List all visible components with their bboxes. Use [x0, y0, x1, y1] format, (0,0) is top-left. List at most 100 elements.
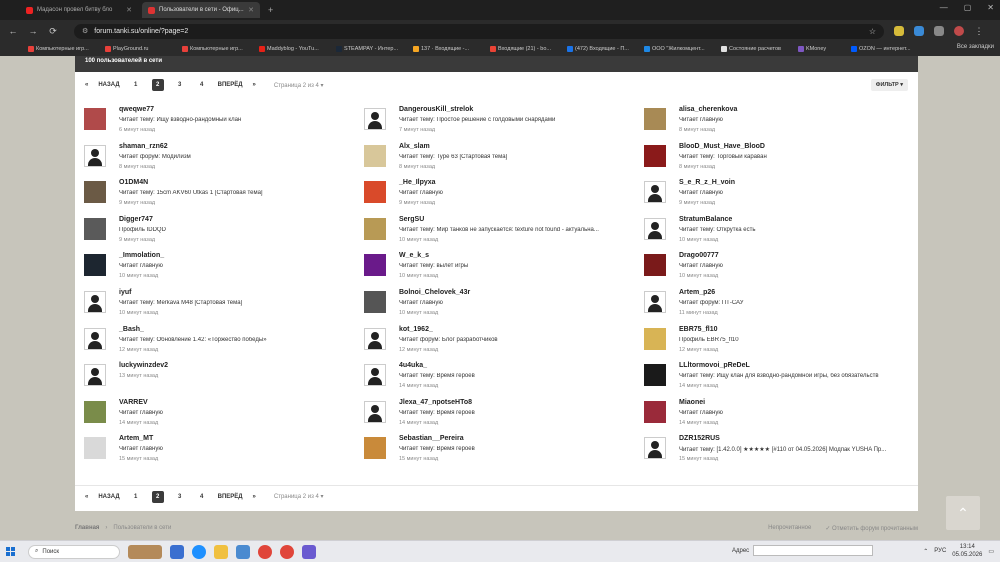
username-link[interactable]: shaman_rzn62	[119, 143, 168, 150]
page-jump-dropdown[interactable]: Страница 2 из 4 ▾	[274, 82, 324, 89]
username-link[interactable]: _He_Ilpyxa	[399, 179, 436, 186]
start-button[interactable]	[0, 541, 20, 562]
page-2-button[interactable]: 2	[151, 490, 164, 503]
username-link[interactable]: Artem_p26	[679, 289, 715, 296]
avatar[interactable]	[364, 437, 386, 460]
bookmark-star-icon[interactable]: ☆	[869, 27, 876, 36]
bookmark-item[interactable]: Компьютерные игр...	[28, 46, 102, 52]
bookmark-item[interactable]: OZON — интернет...	[851, 46, 925, 52]
username-link[interactable]: kot_1962_	[399, 326, 433, 333]
last-page-button[interactable]: »	[253, 82, 256, 88]
language-indicator[interactable]: РУС	[934, 548, 946, 554]
username-link[interactable]: Miaonei	[679, 399, 705, 406]
username-link[interactable]: alisa_cherenkova	[679, 106, 737, 113]
avatar[interactable]	[84, 108, 106, 130]
bookmark-item[interactable]: ООО "Жилкомцент...	[644, 46, 718, 52]
all-bookmarks-button[interactable]: Все закладки	[957, 44, 994, 50]
user-activity[interactable]: Читает главную	[119, 446, 163, 452]
page-3-button[interactable]: 3	[174, 491, 186, 503]
avatar[interactable]	[644, 254, 666, 277]
user-activity[interactable]: Профиль EBR75_fl10	[679, 337, 739, 343]
avatar[interactable]	[84, 181, 106, 204]
avatar[interactable]	[644, 327, 666, 350]
avatar[interactable]	[644, 217, 666, 240]
username-link[interactable]: _Bash_	[119, 326, 144, 333]
username-link[interactable]: Digger747	[119, 216, 153, 223]
username-link[interactable]: DangerousKill_strelok	[399, 106, 473, 113]
taskbar-search[interactable]: ⌕ Поиск	[28, 544, 120, 559]
notification-icon[interactable]: ▭	[988, 548, 994, 555]
clock[interactable]: 13:14 05.05.2026	[952, 543, 982, 559]
user-activity[interactable]: Читает тему: Ищу клан для взводно-рандом…	[679, 373, 879, 379]
user-activity[interactable]: Профиль IDDQD	[119, 227, 166, 233]
page-2-button[interactable]: 2	[151, 79, 164, 91]
username-link[interactable]: EBR75_fl10	[679, 326, 718, 333]
username-link[interactable]: Drago00777	[679, 252, 719, 259]
username-link[interactable]: _Immolation_	[119, 252, 164, 259]
user-activity[interactable]: Читает тему: Простое решение с голдовыми…	[399, 117, 555, 123]
username-link[interactable]: Alx_slam	[399, 143, 430, 150]
avatar[interactable]	[364, 327, 386, 350]
bookmark-item[interactable]: Компьютерные игр...	[182, 46, 256, 52]
user-activity[interactable]: Читает главную	[119, 263, 163, 269]
user-activity[interactable]: Читает тему: Обновление 1.42: «Торжество…	[119, 337, 267, 343]
user-activity[interactable]: Читает тему: [1.42.0.0] ★★★★★ [#110 от 0…	[679, 446, 886, 453]
user-activity[interactable]: Читает тему: Ищу взводно-рандомный клан	[119, 117, 241, 123]
username-link[interactable]: Sebastian__Pereira	[399, 435, 464, 442]
close-window-icon[interactable]: ✕	[987, 3, 994, 12]
username-link[interactable]: SergSU	[399, 216, 424, 223]
prev-page-button[interactable]: НАЗАД	[98, 82, 119, 88]
widgets-icon[interactable]	[128, 544, 162, 559]
user-activity[interactable]: Читает главную	[399, 190, 443, 196]
user-activity[interactable]: Читает тему: Открутка есть	[679, 227, 756, 233]
page-4-button[interactable]: 4	[196, 79, 208, 91]
user-activity[interactable]: Читает тему: Время героев	[399, 373, 475, 379]
username-link[interactable]: DZR152RUS	[679, 435, 720, 442]
store-icon[interactable]	[236, 544, 250, 559]
extensions-puzzle-icon[interactable]	[934, 26, 944, 36]
username-link[interactable]: 4u4uka_	[399, 362, 427, 369]
user-activity[interactable]: Читает главную	[679, 117, 723, 123]
close-tab-icon[interactable]: ✕	[126, 6, 132, 14]
avatar[interactable]	[84, 400, 106, 423]
user-activity[interactable]: Читает тему: Type 63 [Стартовая тема]	[399, 154, 507, 160]
username-link[interactable]: iyuf	[119, 289, 131, 296]
username-link[interactable]: S_e_R_z_H_voin	[679, 179, 735, 186]
avatar[interactable]	[644, 437, 666, 460]
avatar[interactable]	[644, 364, 666, 387]
filter-button[interactable]: ФИЛЬТР ▾	[870, 79, 908, 91]
bookmark-item[interactable]: KMoney	[798, 46, 848, 52]
avatar[interactable]	[84, 437, 106, 460]
username-link[interactable]: O1DM4N	[119, 179, 148, 186]
user-activity[interactable]: Читает тему: Время героев	[399, 410, 475, 416]
forward-icon[interactable]: →	[28, 26, 38, 36]
user-activity[interactable]: Читает форум: Блог разработчиков	[399, 337, 498, 343]
avatar[interactable]	[84, 291, 106, 313]
page-1-button[interactable]: 1	[130, 79, 142, 91]
bookmark-item[interactable]: Входящие (21) - bo...	[490, 46, 564, 52]
back-icon[interactable]: ←	[8, 26, 18, 36]
profile-avatar[interactable]	[954, 26, 964, 36]
avatar[interactable]	[84, 327, 106, 350]
first-page-button[interactable]: «	[85, 82, 88, 88]
chrome-icon[interactable]	[280, 544, 294, 559]
user-activity[interactable]: Читает форум: Модилизм	[119, 154, 191, 160]
chrome-icon[interactable]	[258, 544, 272, 559]
browser-tab-2[interactable]: Пользователи в сети - Офиц... ✕	[142, 2, 260, 18]
extension-icon[interactable]	[914, 26, 924, 36]
avatar[interactable]	[644, 291, 666, 313]
breadcrumb-home-link[interactable]: Главная	[75, 525, 99, 531]
new-tab-button[interactable]: +	[268, 5, 273, 15]
bookmark-item[interactable]: (472) Входящие - П...	[567, 46, 641, 52]
user-activity[interactable]: Читает главную	[679, 190, 723, 196]
avatar[interactable]	[364, 254, 386, 277]
username-link[interactable]: LLltormovoi_pReDeL	[679, 362, 750, 369]
username-link[interactable]: qweqwe77	[119, 106, 154, 113]
avatar[interactable]	[364, 400, 386, 423]
username-link[interactable]: VARREV	[119, 399, 148, 406]
next-page-button[interactable]: ВПЕРЁД	[218, 82, 243, 88]
unread-link[interactable]: Непрочитанное	[768, 525, 811, 532]
bookmark-item[interactable]: Состояние расчетов	[721, 46, 795, 52]
mark-forum-read-link[interactable]: ✓ Отметить форум прочитанным	[825, 525, 918, 532]
next-page-button[interactable]: ВПЕРЁД	[218, 494, 243, 500]
